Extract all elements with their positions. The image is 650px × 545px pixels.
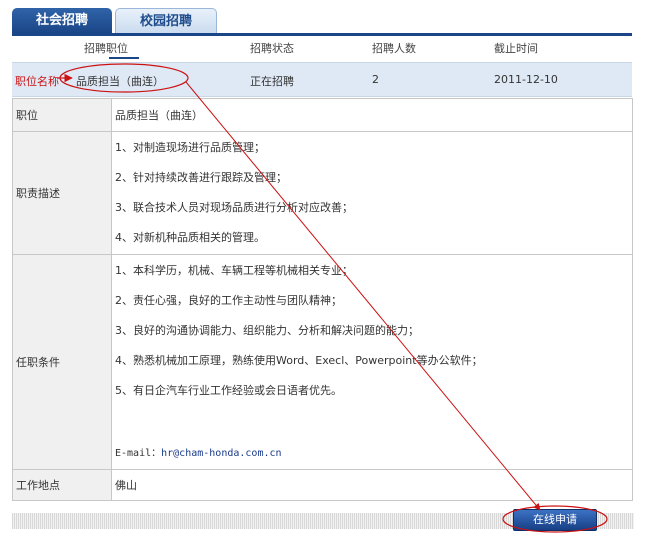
email-label: E-mail： [115, 448, 162, 459]
apply-online-button[interactable]: 在线申请 [513, 509, 597, 531]
requirement-item: 2、责任心强，良好的工作主动性与团队精神； [115, 294, 342, 307]
duty-item: 3、联合技术人员对现场品质进行分析对应改善； [115, 201, 353, 214]
duties-label: 职责描述 [12, 131, 112, 255]
email-link[interactable]: hr@cham-honda.com.cn [161, 448, 281, 459]
col-header-position: 招聘职位 [84, 42, 128, 55]
position-label: 职位 [12, 98, 112, 132]
job-detail-table: 职位 品质担当（曲连） 职责描述 1、对制造现场进行品质管理； 2、针对持续改善… [12, 98, 633, 501]
location-value: 佛山 [111, 469, 633, 501]
header-marker [109, 57, 139, 59]
tab-social-recruitment[interactable]: 社会招聘 [12, 8, 112, 34]
requirement-item: 3、良好的沟通协调能力、组织能力、分析和解决问题的能力； [115, 324, 419, 337]
requirements-label: 任职条件 [12, 254, 112, 470]
duty-item: 4、对新机种品质相关的管理。 [115, 231, 265, 244]
position-value: 品质担当（曲连） [111, 98, 633, 132]
col-header-status: 招聘状态 [250, 42, 294, 55]
job-deadline: 2011-12-10 [494, 73, 558, 86]
duty-item: 1、对制造现场进行品质管理； [115, 141, 265, 154]
tab-campus-recruitment[interactable]: 校园招聘 [115, 8, 217, 34]
job-row[interactable]: 职位名称 品质担当（曲连） 正在招聘 2 2011-12-10 [12, 62, 632, 97]
job-title-link[interactable]: 品质担当（曲连） [76, 73, 164, 89]
tab-bar: 社会招聘 校园招聘 [12, 8, 632, 34]
col-header-deadline: 截止时间 [494, 42, 538, 55]
job-status: 正在招聘 [250, 75, 294, 88]
detail-row-duties: 职责描述 1、对制造现场进行品质管理； 2、针对持续改善进行跟踪及管理； 3、联… [12, 131, 633, 255]
col-header-count: 招聘人数 [372, 42, 416, 55]
requirements-value: 1、本科学历，机械、车辆工程等机械相关专业； 2、责任心强，良好的工作主动性与团… [111, 254, 633, 470]
annotation-label: 职位名称 [15, 75, 59, 88]
location-label: 工作地点 [12, 469, 112, 501]
detail-row-position: 职位 品质担当（曲连） [12, 98, 633, 132]
email-line: E-mail：hr@cham-honda.com.cn [115, 438, 631, 468]
duties-value: 1、对制造现场进行品质管理； 2、针对持续改善进行跟踪及管理； 3、联合技术人员… [111, 131, 633, 255]
detail-row-requirements: 任职条件 1、本科学历，机械、车辆工程等机械相关专业； 2、责任心强，良好的工作… [12, 254, 633, 470]
tab-underline [12, 33, 632, 36]
table-header: 招聘职位 招聘状态 招聘人数 截止时间 [12, 37, 632, 61]
detail-row-location: 工作地点 佛山 [12, 469, 633, 501]
requirement-item: 1、本科学历，机械、车辆工程等机械相关专业； [115, 264, 353, 277]
requirement-item: 4、熟悉机械加工原理，熟练使用Word、Execl、Powerpoint等办公软… [115, 354, 483, 367]
duty-item: 2、针对持续改善进行跟踪及管理； [115, 171, 287, 184]
job-count: 2 [372, 73, 379, 86]
requirement-item: 5、有日企汽车行业工作经验或会日语者优先。 [115, 384, 342, 397]
